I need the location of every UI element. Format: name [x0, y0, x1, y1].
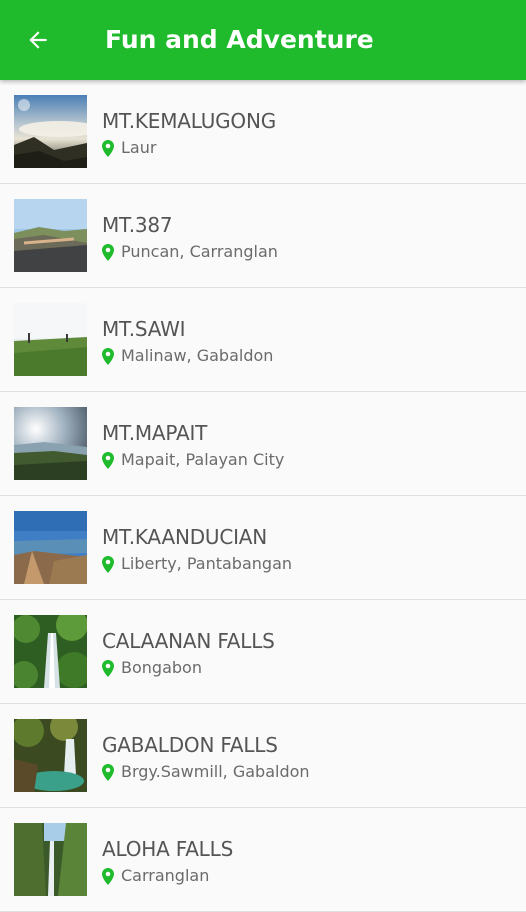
thumbnail-image: [14, 95, 87, 168]
destination-list: MT.KEMALUGONG Laur MT.387 Puncan, Carran…: [0, 80, 526, 912]
location-pin-icon: [102, 763, 115, 781]
item-location: Puncan, Carranglan: [102, 241, 278, 263]
item-title: MT.SAWI: [102, 317, 186, 341]
item-location: Laur: [102, 137, 156, 159]
item-location: Mapait, Palayan City: [102, 449, 284, 471]
item-title: MT.KEMALUGONG: [102, 109, 277, 133]
item-location: Bongabon: [102, 657, 202, 679]
list-item[interactable]: MT.KAANDUCIAN Liberty, Pantabangan: [0, 496, 526, 600]
location-pin-icon: [102, 867, 115, 885]
list-item[interactable]: MT.KEMALUGONG Laur: [0, 80, 526, 184]
thumbnail-image: [14, 303, 87, 376]
location-pin-icon: [102, 139, 115, 157]
page-title: Fun and Adventure: [105, 25, 374, 54]
location-text: Bongabon: [121, 658, 202, 677]
location-text: Mapait, Palayan City: [121, 450, 285, 469]
item-title: CALAANAN FALLS: [102, 629, 275, 653]
app-bar: Fun and Adventure: [0, 0, 526, 80]
back-button[interactable]: [14, 16, 62, 64]
list-item[interactable]: MT.SAWI Malinaw, Gabaldon: [0, 288, 526, 392]
location-pin-icon: [102, 555, 115, 573]
arrow-back-icon[interactable]: [25, 27, 51, 53]
item-location: Carranglan: [102, 865, 209, 887]
location-pin-icon: [102, 659, 115, 677]
item-title: MT.387: [102, 213, 173, 237]
location-text: Malinaw, Gabaldon: [121, 346, 274, 365]
thumbnail-image: [14, 719, 87, 792]
item-location: Malinaw, Gabaldon: [102, 345, 273, 367]
thumbnail-image: [14, 615, 87, 688]
location-text: Puncan, Carranglan: [121, 242, 278, 261]
item-title: GABALDON FALLS: [102, 733, 278, 757]
list-item[interactable]: MT.387 Puncan, Carranglan: [0, 184, 526, 288]
item-title: MT.MAPAIT: [102, 421, 208, 445]
list-item[interactable]: GABALDON FALLS Brgy.Sawmill, Gabaldon: [0, 704, 526, 808]
thumbnail-image: [14, 199, 87, 272]
list-item[interactable]: ALOHA FALLS Carranglan: [0, 808, 526, 912]
item-location: Liberty, Pantabangan: [102, 553, 292, 575]
location-pin-icon: [102, 243, 115, 261]
item-title: ALOHA FALLS: [102, 837, 234, 861]
location-text: Liberty, Pantabangan: [121, 554, 293, 573]
location-text: Laur: [121, 138, 157, 157]
thumbnail-image: [14, 407, 87, 480]
thumbnail-image: [14, 511, 87, 584]
location-text: Carranglan: [121, 866, 210, 885]
location-pin-icon: [102, 347, 115, 365]
thumbnail-image: [14, 823, 87, 896]
location-text: Brgy.Sawmill, Gabaldon: [121, 762, 310, 781]
location-pin-icon: [102, 451, 115, 469]
list-item[interactable]: CALAANAN FALLS Bongabon: [0, 600, 526, 704]
item-title: MT.KAANDUCIAN: [102, 525, 268, 549]
item-location: Brgy.Sawmill, Gabaldon: [102, 761, 310, 783]
list-item[interactable]: MT.MAPAIT Mapait, Palayan City: [0, 392, 526, 496]
